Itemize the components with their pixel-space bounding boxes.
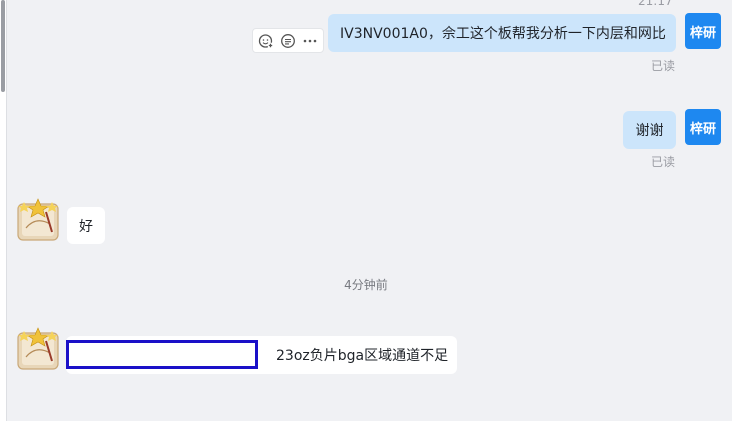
contact-avatar[interactable] [16,327,60,371]
reply-icon[interactable] [279,32,297,50]
more-icon[interactable] [301,32,319,50]
read-status: 已读 [651,155,676,169]
message-text: 23oz负片bga区域通道不足 [276,348,449,364]
message-action-bar [252,28,324,53]
left-edge-panel [0,0,7,421]
read-status: 已读 [651,59,676,73]
message-bubble-outgoing[interactable]: IV3NV001A0，佘工这个板帮我分析一下内层和网比 [328,14,676,52]
avatar[interactable]: 梓研 [685,109,721,145]
avatar[interactable]: 梓研 [685,13,721,49]
message-bubble-incoming[interactable]: 好 [67,207,105,244]
message-text: 谢谢 [635,123,664,139]
message-text: 好 [79,218,93,235]
redaction-box [66,340,258,369]
add-reaction-icon[interactable] [257,32,275,50]
message-bubble-outgoing[interactable]: 谢谢 [623,111,676,149]
contact-avatar[interactable] [16,198,60,242]
time-divider: 4分钟前 [344,278,388,292]
message-text: IV3NV001A0，佘工这个板帮我分析一下内层和网比 [340,26,666,42]
message-timestamp: 21:17 [638,0,673,8]
scrollbar-thumb[interactable] [1,0,5,92]
